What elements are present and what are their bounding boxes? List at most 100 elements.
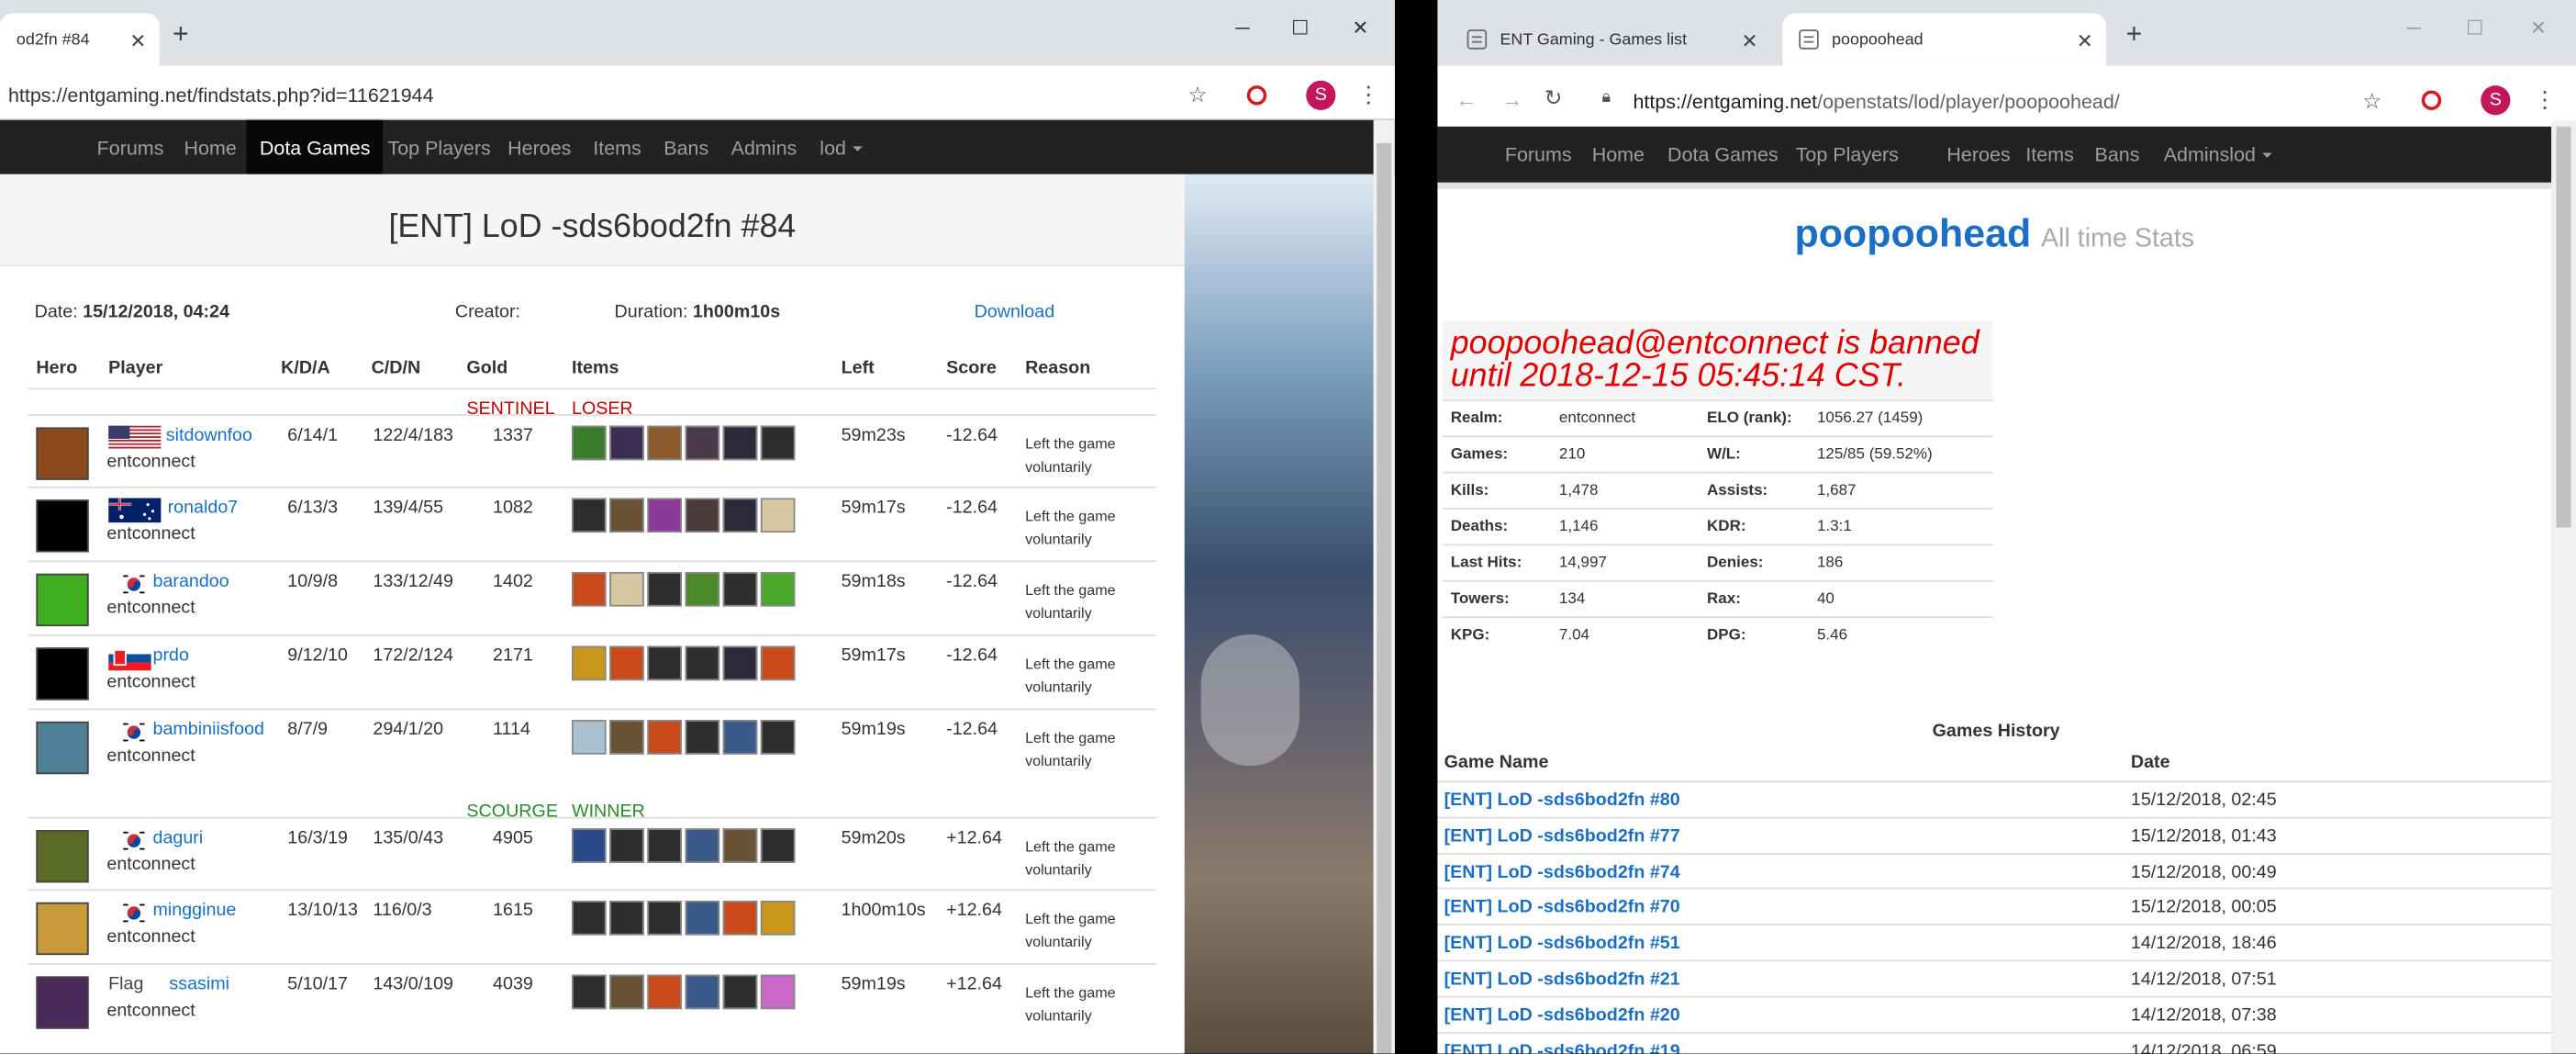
item-icon[interactable] <box>571 498 607 533</box>
item-icon[interactable] <box>685 828 720 863</box>
game-link[interactable]: [ENT] LoD -sds6bod2fn #70 <box>1444 898 1680 917</box>
item-icon[interactable] <box>647 974 682 1010</box>
menu-kebab-icon[interactable]: ⋮ <box>2533 85 2556 113</box>
item-icon[interactable] <box>609 720 644 755</box>
nav-items[interactable]: Items <box>2013 127 2087 183</box>
item-icon[interactable] <box>647 828 682 863</box>
forward-arrow-icon[interactable]: → <box>1501 87 1522 112</box>
item-icon[interactable] <box>609 645 644 681</box>
game-link[interactable]: [ENT] LoD -sds6bod2fn #51 <box>1444 934 1680 953</box>
item-icon[interactable] <box>647 498 682 533</box>
item-icon[interactable] <box>722 828 758 863</box>
item-icon[interactable] <box>685 974 720 1010</box>
item-icon[interactable] <box>609 571 644 607</box>
game-link[interactable]: [ENT] LoD -sds6bod2fn #77 <box>1444 826 1680 846</box>
player-link[interactable]: ssasimi <box>169 975 229 994</box>
nav-lod[interactable]: lod <box>807 120 875 178</box>
maximize-icon[interactable]: ☐ <box>1291 17 1309 39</box>
item-icon[interactable] <box>760 901 796 936</box>
game-link[interactable]: [ENT] LoD -sds6bod2fn #21 <box>1444 970 1680 989</box>
close-window-icon[interactable]: ✕ <box>1352 17 1368 39</box>
item-icon[interactable] <box>571 828 607 863</box>
item-icon[interactable] <box>571 645 607 681</box>
game-link[interactable]: [ENT] LoD -sds6bod2fn #80 <box>1444 790 1680 810</box>
item-icon[interactable] <box>685 498 720 533</box>
item-icon[interactable] <box>722 425 758 461</box>
item-icon[interactable] <box>571 425 607 461</box>
profile-avatar[interactable]: S <box>1306 80 1336 110</box>
hero-icon[interactable] <box>36 721 89 775</box>
tab-player[interactable]: poopoohead ✕ <box>1782 13 2107 66</box>
item-icon[interactable] <box>685 425 720 461</box>
hero-icon[interactable] <box>36 427 89 480</box>
nav-forums[interactable]: Forums <box>1492 127 1585 183</box>
nav-home[interactable]: Home <box>171 120 250 178</box>
player-link[interactable]: prdo <box>152 646 188 666</box>
item-icon[interactable] <box>571 720 607 755</box>
item-icon[interactable] <box>571 571 607 607</box>
nav-admins[interactable]: Admins <box>718 120 809 178</box>
item-icon[interactable] <box>571 974 607 1010</box>
item-icon[interactable] <box>760 974 796 1010</box>
nav-top-players[interactable]: Top Players <box>374 120 504 178</box>
item-icon[interactable] <box>647 425 682 461</box>
tab-games-list[interactable]: ENT Gaming - Games list ✕ <box>1451 13 1771 65</box>
nav-heroes[interactable]: Heroes <box>495 120 585 178</box>
item-icon[interactable] <box>722 974 758 1010</box>
item-icon[interactable] <box>760 571 796 607</box>
game-link[interactable]: [ENT] LoD -sds6bod2fn #74 <box>1444 862 1680 881</box>
bookmark-star-icon[interactable]: ☆ <box>1188 83 1207 109</box>
item-icon[interactable] <box>760 645 796 681</box>
nav-heroes[interactable]: Heroes <box>1934 127 2024 183</box>
new-tab-icon[interactable]: + <box>2126 19 2143 47</box>
tab-game-stats[interactable]: od2fn #84 ✕ <box>0 13 160 66</box>
player-link[interactable]: mingginue <box>152 901 236 920</box>
hero-icon[interactable] <box>36 573 89 627</box>
close-tab-icon[interactable]: ✕ <box>129 29 146 52</box>
item-icon[interactable] <box>609 498 644 533</box>
nav-top-players[interactable]: Top Players <box>1782 127 1912 183</box>
opera-extension-icon[interactable] <box>2421 90 2442 110</box>
nav-bans[interactable]: Bans <box>651 120 722 178</box>
nav-dota-games[interactable]: Dota Games <box>1655 127 1791 183</box>
nav-dota-games[interactable]: Dota Games <box>246 119 384 178</box>
minimize-icon[interactable]: ─ <box>1235 17 1249 39</box>
back-arrow-icon[interactable]: ← <box>1455 87 1477 112</box>
item-icon[interactable] <box>609 828 644 863</box>
close-tab-icon[interactable]: ✕ <box>1742 29 1758 52</box>
item-icon[interactable] <box>685 901 720 936</box>
hero-icon[interactable] <box>36 902 89 956</box>
player-link[interactable]: sitdownfoo <box>166 426 252 445</box>
scrollbar[interactable] <box>2551 119 2576 1054</box>
item-icon[interactable] <box>609 901 644 936</box>
scrollbar[interactable] <box>1373 119 1395 1054</box>
item-icon[interactable] <box>760 498 796 533</box>
item-icon[interactable] <box>685 571 720 607</box>
minimize-icon[interactable]: ─ <box>2407 17 2421 39</box>
download-link[interactable]: Download <box>975 302 1055 321</box>
player-link[interactable]: daguri <box>152 828 203 847</box>
nav-home[interactable]: Home <box>1578 127 1657 183</box>
player-link[interactable]: barandoo <box>152 572 229 591</box>
item-icon[interactable] <box>609 425 644 461</box>
item-icon[interactable] <box>647 645 682 681</box>
hero-icon[interactable] <box>36 499 89 553</box>
item-icon[interactable] <box>760 720 796 755</box>
hero-icon[interactable] <box>36 976 89 1029</box>
nav-items[interactable]: Items <box>580 120 654 178</box>
item-icon[interactable] <box>722 498 758 533</box>
item-icon[interactable] <box>571 901 607 936</box>
item-icon[interactable] <box>685 645 720 681</box>
new-tab-icon[interactable]: + <box>173 19 189 47</box>
hero-icon[interactable] <box>36 647 89 701</box>
menu-kebab-icon[interactable]: ⋮ <box>1357 81 1380 108</box>
item-icon[interactable] <box>722 720 758 755</box>
close-tab-icon[interactable]: ✕ <box>2077 29 2093 52</box>
item-icon[interactable] <box>647 901 682 936</box>
item-icon[interactable] <box>609 974 644 1010</box>
nav-lod[interactable]: lod <box>2216 127 2285 183</box>
item-icon[interactable] <box>647 720 682 755</box>
nav-forums[interactable]: Forums <box>84 120 176 178</box>
hero-icon[interactable] <box>36 830 89 883</box>
game-link[interactable]: [ENT] LoD -sds6bod2fn #20 <box>1444 1005 1680 1025</box>
